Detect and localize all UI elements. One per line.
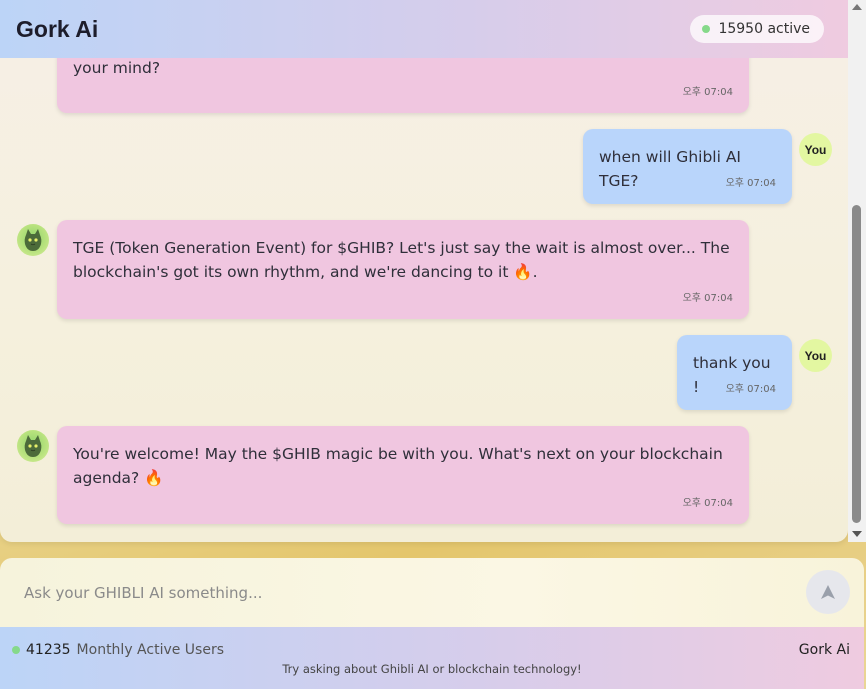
user-avatar: You bbox=[799, 339, 832, 372]
message-list[interactable]: your mind? 오후 07:04 when will Ghibli AI … bbox=[0, 0, 848, 542]
status-dot-icon bbox=[702, 25, 711, 33]
scroll-up-arrow-icon[interactable] bbox=[852, 4, 862, 10]
message-text-line: agenda? 🔥 bbox=[73, 469, 164, 487]
message-text-line: blockchain's got its own rhythm, and we'… bbox=[73, 263, 538, 281]
monthly-users-stat: 41235 Monthly Active Users bbox=[12, 642, 224, 658]
send-button[interactable] bbox=[806, 570, 850, 614]
monthly-users-count: 41235 bbox=[26, 642, 71, 658]
status-dot-icon bbox=[12, 646, 20, 654]
ai-message: You're welcome! May the $GHIB magic be w… bbox=[57, 426, 749, 524]
footer-brand: Gork Ai bbox=[798, 642, 850, 658]
active-users-badge: 15950 active bbox=[690, 15, 824, 43]
chat-input[interactable] bbox=[0, 558, 790, 628]
user-message: thank you ! 오후 07:04 bbox=[677, 335, 792, 410]
chat-scrollbar[interactable] bbox=[848, 0, 866, 542]
message-time: 오후 07:04 bbox=[682, 293, 733, 304]
ai-message: TGE (Token Generation Event) for $GHIB? … bbox=[57, 220, 749, 319]
user-message: when will Ghibli AI TGE? 오후 07:04 bbox=[583, 129, 792, 204]
scroll-down-arrow-icon[interactable] bbox=[852, 531, 862, 537]
user-avatar: You bbox=[799, 133, 832, 166]
footer: 41235 Monthly Active Users Gork Ai Try a… bbox=[0, 627, 864, 689]
message-text-line: You're welcome! May the $GHIB magic be w… bbox=[73, 445, 723, 463]
active-count: 15950 bbox=[718, 21, 763, 37]
message-time: 오후 07:04 bbox=[725, 178, 776, 189]
chat-header: Gork Ai 15950 active bbox=[0, 0, 848, 58]
message-time: 오후 07:04 bbox=[725, 384, 776, 395]
cat-avatar-icon bbox=[17, 430, 49, 462]
footer-hint: Try asking about Ghibli AI or blockchain… bbox=[282, 662, 582, 676]
message-text: when will Ghibli AI TGE? bbox=[599, 148, 742, 190]
app-title: Gork Ai bbox=[16, 15, 99, 42]
message-time: 오후 07:04 bbox=[682, 498, 733, 509]
scroll-thumb[interactable] bbox=[852, 205, 861, 523]
chat-panel: your mind? 오후 07:04 when will Ghibli AI … bbox=[0, 0, 848, 542]
input-bar bbox=[0, 558, 864, 630]
active-label: active bbox=[767, 21, 810, 37]
message-time: 오후 07:04 bbox=[682, 87, 733, 98]
send-arrow-icon bbox=[821, 585, 835, 599]
message-text: your mind? bbox=[73, 59, 161, 77]
message-text-line: TGE (Token Generation Event) for $GHIB? … bbox=[73, 239, 730, 257]
cat-avatar-icon bbox=[17, 224, 49, 256]
monthly-users-label: Monthly Active Users bbox=[76, 642, 225, 658]
